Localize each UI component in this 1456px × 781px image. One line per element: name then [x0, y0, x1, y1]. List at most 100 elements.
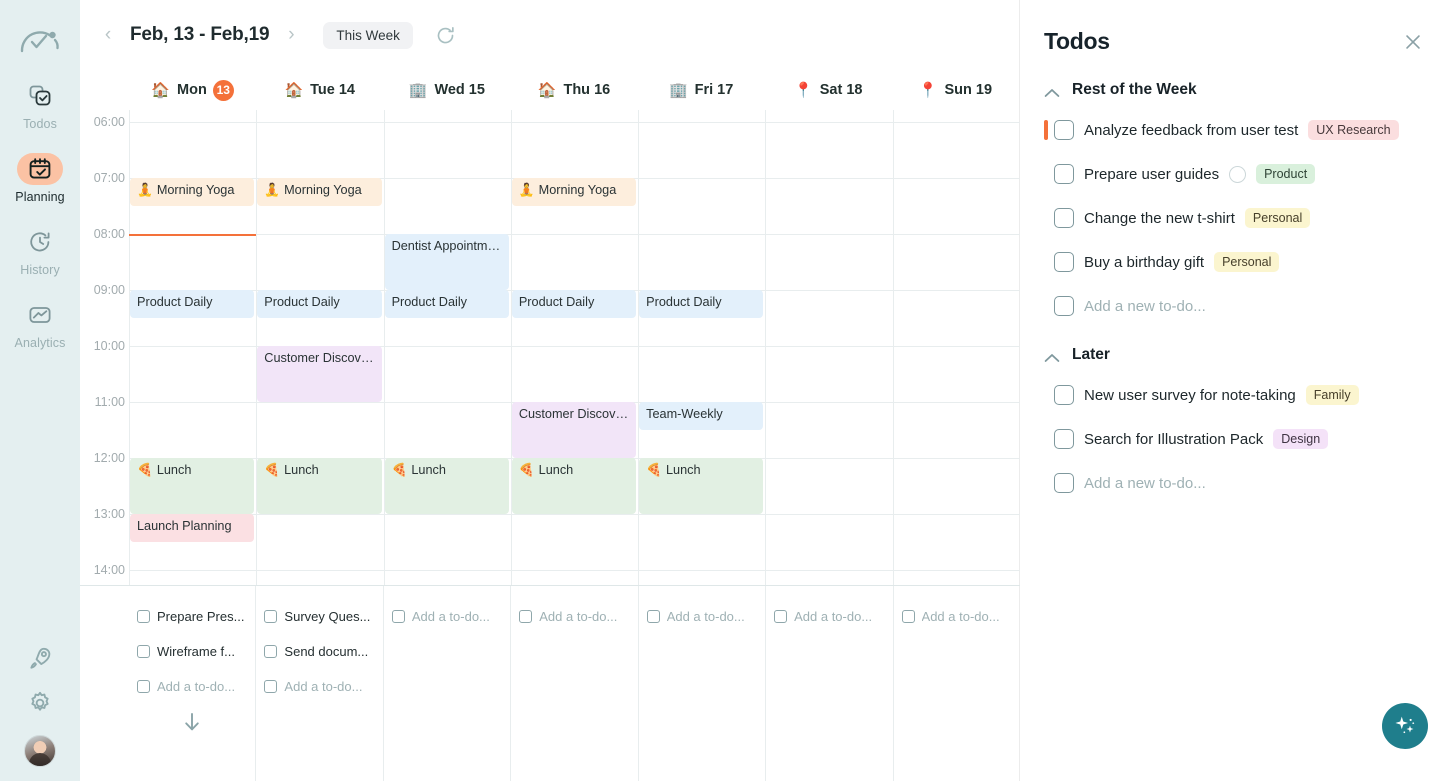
day-header-wed-15[interactable]: 🏢 Wed 15 [383, 70, 510, 110]
checkbox[interactable] [1054, 164, 1074, 184]
status-badge[interactable]: Design [1273, 429, 1329, 449]
day-todo-add[interactable]: Add a to-do... [901, 599, 1012, 634]
calendar-event[interactable]: 🧘 Morning Yoga [257, 178, 382, 206]
day-todo-item[interactable]: Prepare Pres... [137, 599, 247, 634]
checkbox[interactable] [1054, 120, 1074, 140]
checkbox[interactable] [137, 680, 150, 693]
status-circle-icon[interactable] [1229, 165, 1247, 183]
calendar-event[interactable]: Team-Weekly [639, 402, 764, 430]
todo-item[interactable]: Prepare user guides Product [1044, 152, 1424, 196]
status-badge[interactable]: Personal [1244, 208, 1311, 228]
checkbox[interactable] [646, 610, 660, 623]
day-todo-add[interactable]: Add a to-do... [264, 669, 374, 704]
todo-group-header[interactable]: Later [1044, 346, 1424, 364]
checkbox[interactable] [264, 680, 278, 693]
day-todo-add[interactable]: Add a to-do... [519, 599, 629, 634]
chevron-up-icon[interactable] [1044, 350, 1060, 362]
calendar-event[interactable]: 🍕 Lunch [511, 458, 637, 514]
day-header-tue-14[interactable]: 🏠 Tue 14 [256, 70, 383, 110]
checkbox[interactable] [1054, 252, 1074, 272]
day-todo-add[interactable]: Add a to-do... [137, 669, 247, 704]
calendar-event[interactable]: 🍕 Lunch [257, 458, 382, 514]
calendar-event[interactable]: 🧘 Morning Yoga [511, 178, 637, 206]
calendar-event[interactable]: Product Daily [384, 290, 509, 318]
day-header-sat-18[interactable]: 📍 Sat 18 [765, 70, 892, 110]
todo-group-header[interactable]: Rest of the Week [1044, 81, 1424, 99]
sidebar-item-label: Todos [23, 117, 57, 131]
ai-assistant-button[interactable] [1382, 703, 1428, 749]
day-header-thu-16[interactable]: 🏠 Thu 16 [510, 70, 637, 110]
gear-icon[interactable] [27, 690, 53, 721]
day-header-mon[interactable]: 🏠 Mon 13 [129, 70, 256, 110]
day-header-label: Sun 19 [944, 82, 993, 98]
avatar[interactable] [24, 735, 56, 767]
hour-label: 07:00 [93, 171, 125, 185]
next-week-button[interactable]: › [277, 21, 305, 49]
calendar-event[interactable]: 🍕 Lunch [130, 458, 255, 514]
refresh-icon[interactable] [433, 22, 459, 48]
day-todo-item[interactable]: Send docum... [264, 634, 374, 669]
calendar-event[interactable]: Customer Discover... [257, 346, 382, 402]
day-todo-item[interactable]: Wireframe f... [137, 634, 247, 669]
checkbox[interactable] [519, 610, 533, 623]
checkbox[interactable] [391, 610, 405, 623]
checkbox[interactable] [264, 610, 278, 623]
calendar-event[interactable]: 🍕 Lunch [639, 458, 764, 514]
sidebar-item-history[interactable]: History [8, 226, 72, 277]
day-header-label: Fri 17 [694, 82, 734, 98]
checkbox[interactable] [1054, 385, 1074, 405]
calendar-grid-scroll[interactable]: 06:00 07:00 08:00 09:00 10:00 11:00 12:00 13:00… [80, 110, 1020, 585]
todo-add-new[interactable]: Add a new to-do... [1044, 284, 1424, 328]
checkbox[interactable] [1054, 208, 1074, 228]
sidebar-item-analytics[interactable]: Analytics [8, 299, 72, 350]
calendar-event[interactable]: 🧘 Morning Yoga [130, 178, 255, 206]
todo-item[interactable]: Search for Illustration Pack Design [1044, 417, 1424, 461]
checkbox[interactable] [137, 645, 150, 658]
checkbox[interactable] [264, 645, 278, 658]
day-todo-add[interactable]: Add a to-do... [774, 599, 884, 634]
checkbox[interactable] [1054, 429, 1074, 449]
calendar-event[interactable]: Launch Planning [130, 514, 255, 542]
todo-add-new[interactable]: Add a new to-do... [1044, 461, 1424, 505]
calendar-event[interactable]: Product Daily [511, 290, 637, 318]
checkbox[interactable] [1054, 473, 1074, 493]
chevron-up-icon[interactable] [1044, 85, 1060, 97]
this-week-button[interactable]: This Week [323, 21, 413, 49]
calendar-event[interactable]: Product Daily [639, 290, 764, 318]
calendar-event[interactable]: Dentist Appointme... [384, 234, 509, 290]
todo-group-title: Rest of the Week [1072, 81, 1197, 98]
checkbox[interactable] [137, 610, 150, 623]
day-todo-add[interactable]: Add a to-do... [391, 599, 502, 634]
todo-item[interactable]: Analyze feedback from user test UX Resear… [1044, 108, 1424, 152]
arrow-down-icon[interactable] [180, 710, 206, 736]
todo-item[interactable]: New user survey for note-taking Family [1044, 373, 1424, 417]
previous-week-button[interactable]: ‹ [94, 21, 122, 49]
todo-item[interactable]: Buy a birthday gift Personal [1044, 240, 1424, 284]
event-title: Team-Weekly [646, 407, 723, 421]
day-emoji-icon: 🏠 [284, 81, 304, 99]
calendar-event[interactable]: Customer Discover... [511, 402, 637, 458]
rocket-icon[interactable] [27, 645, 53, 676]
day-todo-item[interactable]: Survey Ques... [264, 599, 374, 634]
calendar-event[interactable]: Product Daily [257, 290, 382, 318]
sidebar-item-todos[interactable]: Todos [8, 80, 72, 131]
day-header-fri-17[interactable]: 🏢 Fri 17 [638, 70, 765, 110]
status-badge[interactable]: Personal [1214, 252, 1280, 272]
day-header-sun-19[interactable]: 📍 Sun 19 [892, 70, 1019, 110]
page-title: Todos [1044, 28, 1110, 54]
close-icon[interactable] [1402, 31, 1424, 53]
sidebar-item-planning[interactable]: Planning [8, 153, 72, 204]
status-badge[interactable]: Family [1305, 385, 1359, 405]
day-todo-add[interactable]: Add a to-do... [646, 599, 757, 634]
hour-label: 12:00 [93, 451, 125, 465]
checkbox[interactable] [1054, 296, 1074, 316]
status-badge[interactable]: Product [1256, 164, 1316, 184]
todo-item[interactable]: Change the new t-shirt Personal [1044, 196, 1424, 240]
checkbox[interactable] [774, 610, 788, 623]
calendar-event[interactable]: Product Daily [130, 290, 255, 318]
todo-label: Buy a birthday gift [1084, 253, 1205, 271]
checkbox[interactable] [901, 610, 915, 623]
status-badge[interactable]: UX Research [1308, 120, 1399, 140]
day-todo-column: Add a to-do... [510, 586, 637, 781]
calendar-event[interactable]: 🍕 Lunch [384, 458, 509, 514]
